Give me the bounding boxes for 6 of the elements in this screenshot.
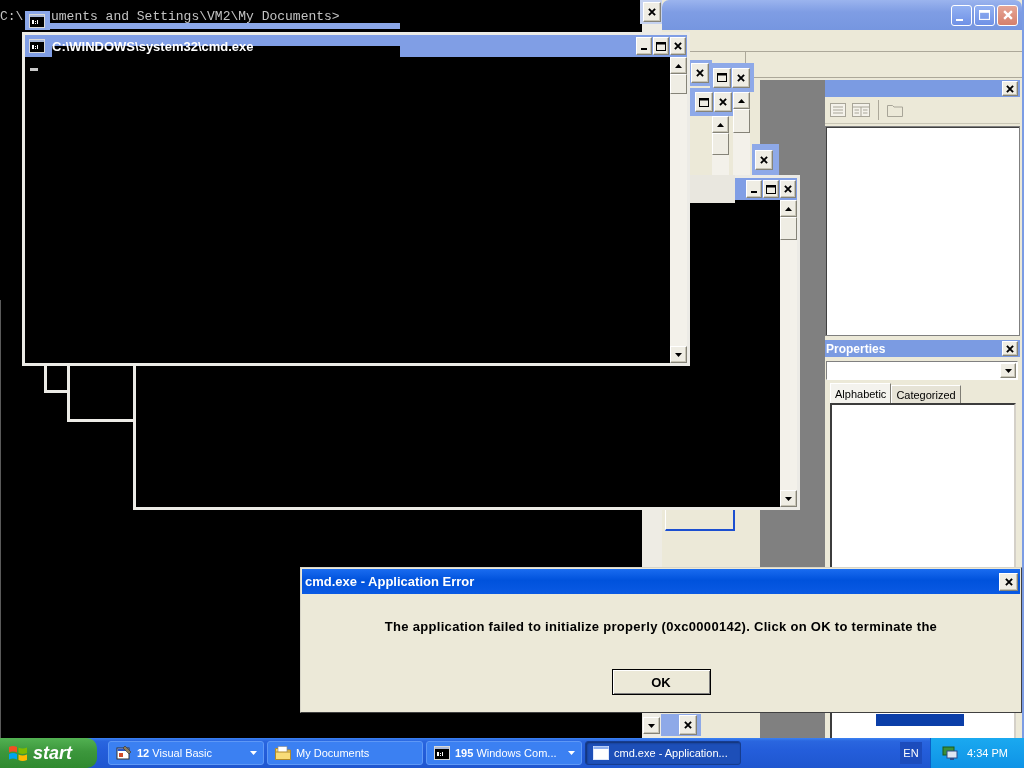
prompt-text: uments and Settings\VM2\My Documents> [51,10,340,23]
clock: 4:34 PM [967,747,1008,759]
panel-title: Properties [826,341,886,356]
error-message: The application failed to initialize properly (0xc0000142). Click on OK to terminate the [384,619,938,634]
prompt-text: C:\ [0,10,24,23]
dialog-title: cmd.exe - Application Error [305,574,475,589]
